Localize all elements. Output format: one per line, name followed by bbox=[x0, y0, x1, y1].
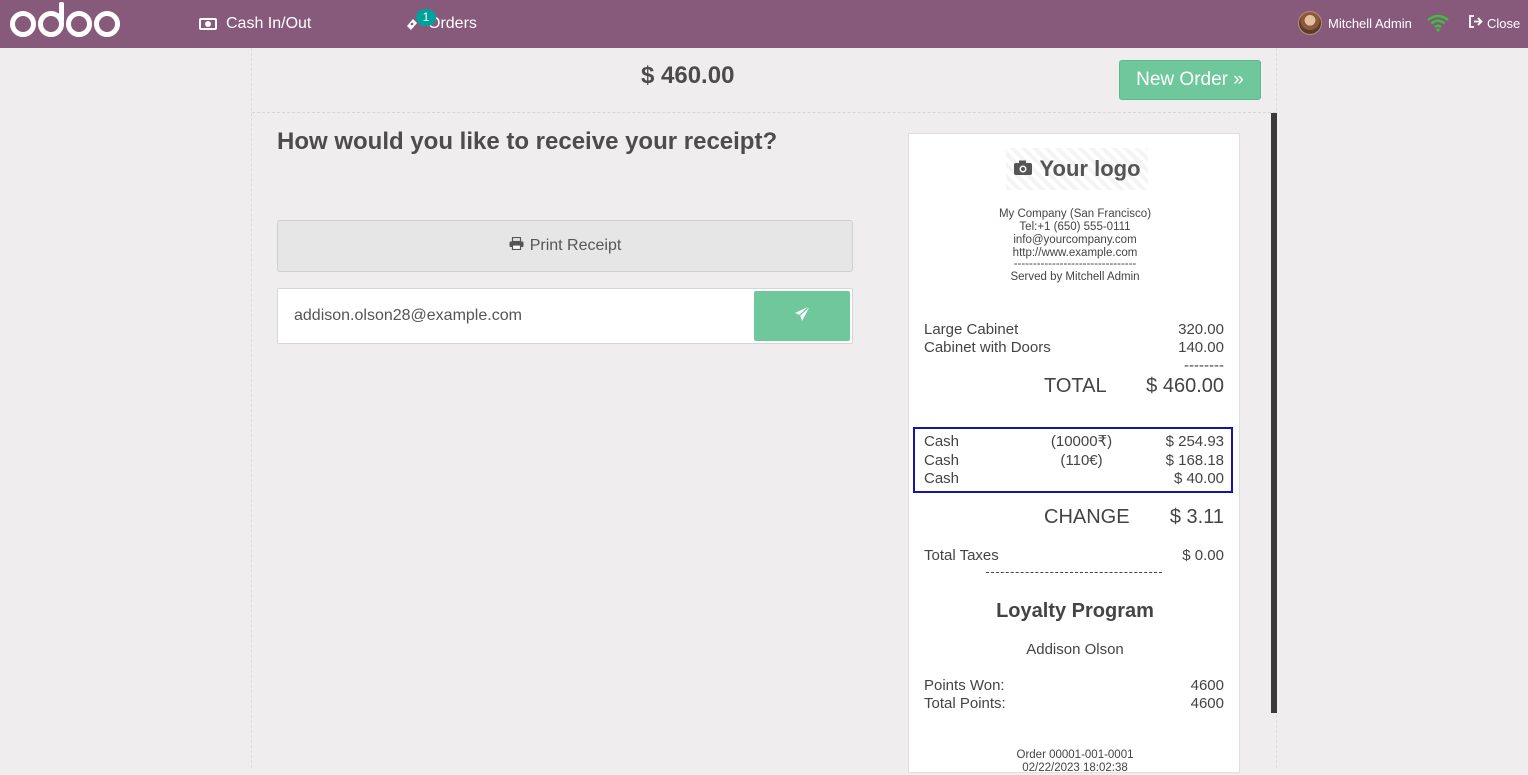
order-number: Order 00001-001-0001 bbox=[1016, 749, 1134, 761]
sign-out-icon bbox=[1468, 15, 1483, 31]
payment-lines-box: Cash (10000₹) $ 254.93 Cash (110€) $ 168… bbox=[913, 427, 1233, 493]
taxes-value: $ 0.00 bbox=[1182, 547, 1224, 564]
wifi-icon bbox=[1427, 14, 1449, 32]
company-email: info@yourcompany.com bbox=[1013, 234, 1137, 246]
company-phone: Tel:+1 (650) 555-0111 bbox=[1019, 221, 1131, 233]
email-receipt-form bbox=[277, 288, 853, 344]
cash-in-out-button[interactable]: Cash In/Out bbox=[199, 0, 311, 48]
receipt-line: Large Cabinet 320.00 bbox=[924, 321, 1224, 339]
close-label: Close bbox=[1487, 15, 1521, 31]
order-total: $ 460.00 bbox=[641, 62, 735, 89]
change-value: $ 3.11 bbox=[1169, 506, 1224, 528]
total-points-label: Total Points: bbox=[924, 695, 1006, 712]
loyalty-customer: Addison Olson bbox=[1026, 641, 1124, 658]
user-name: Mitchell Admin bbox=[1328, 15, 1412, 31]
payment-method: Cash bbox=[924, 470, 960, 487]
order-summary-bar: $ 460.00 New Order » bbox=[252, 48, 1276, 113]
logo-text: Your logo bbox=[1039, 156, 1141, 181]
user-menu[interactable]: Mitchell Admin bbox=[1298, 11, 1412, 35]
avatar bbox=[1298, 11, 1322, 35]
payment-method: Cash bbox=[924, 452, 960, 469]
receipt-question: How would you like to receive your recei… bbox=[277, 128, 778, 155]
order-reference: Order 00001-001-0001 02/22/2023 18:02:38 bbox=[909, 749, 1241, 775]
scrollbar[interactable] bbox=[1271, 113, 1277, 713]
company-logo-placeholder: Your logo bbox=[1006, 148, 1148, 190]
company-info: My Company (San Francisco) Tel:+1 (650) … bbox=[909, 208, 1241, 284]
receipt-change: CHANGE $ 3.11 bbox=[1044, 506, 1224, 529]
loyalty-title: Loyalty Program bbox=[996, 600, 1154, 622]
total-points-value: 4600 bbox=[1190, 695, 1224, 712]
odoo-logo[interactable] bbox=[10, 2, 120, 44]
lines-separator: -------- bbox=[924, 357, 1224, 375]
payment-original-amount: (10000₹) bbox=[1050, 433, 1113, 450]
total-points-row: Total Points: 4600 bbox=[924, 695, 1224, 713]
payment-method: Cash bbox=[924, 433, 960, 450]
divider bbox=[986, 572, 1162, 573]
money-icon bbox=[199, 18, 217, 30]
receipt-taxes: Total Taxes $ 0.00 bbox=[924, 547, 1224, 565]
receipt-preview: Your logo My Company (San Francisco) Tel… bbox=[908, 133, 1241, 775]
points-won-label: Points Won: bbox=[924, 677, 1005, 694]
payment-original-amount: (110€) bbox=[1060, 452, 1103, 469]
print-receipt-label: Print Receipt bbox=[529, 237, 622, 254]
served-by: Served by Mitchell Admin bbox=[1010, 271, 1140, 283]
payment-line: Cash $ 40.00 bbox=[924, 470, 1224, 488]
line-price: 140.00 bbox=[1178, 339, 1224, 356]
points-won-row: Points Won: 4600 bbox=[924, 677, 1224, 695]
orders-count-badge: 1 bbox=[416, 9, 436, 26]
payment-line: Cash (10000₹) $ 254.93 bbox=[924, 433, 1224, 451]
company-name: My Company (San Francisco) bbox=[998, 208, 1152, 220]
payment-amount: $ 254.93 bbox=[1165, 433, 1224, 450]
top-navbar: Cash In/Out Orders 1 Mitchell Admin Clos… bbox=[0, 0, 1528, 48]
orders-button[interactable]: Orders bbox=[405, 0, 477, 48]
print-receipt-button[interactable]: Print Receipt bbox=[277, 220, 853, 272]
separator-text: -------- bbox=[1184, 357, 1224, 374]
payment-line: Cash (110€) $ 168.18 bbox=[924, 452, 1224, 470]
total-label: TOTAL bbox=[1044, 375, 1107, 397]
payment-amount: $ 168.18 bbox=[1165, 452, 1224, 469]
change-label: CHANGE bbox=[1044, 506, 1130, 528]
line-product: Large Cabinet bbox=[924, 321, 1019, 338]
line-price: 320.00 bbox=[1178, 321, 1224, 338]
close-button[interactable]: Close bbox=[1468, 15, 1520, 31]
email-input[interactable] bbox=[278, 289, 752, 343]
new-order-button[interactable]: New Order » bbox=[1119, 60, 1261, 100]
send-email-button[interactable] bbox=[754, 291, 850, 341]
receipt-line: Cabinet with Doors 140.00 bbox=[924, 339, 1224, 357]
order-date: 02/22/2023 18:02:38 bbox=[1022, 762, 1128, 774]
cash-in-out-label: Cash In/Out bbox=[226, 15, 312, 32]
receipt-total: TOTAL $ 460.00 bbox=[1044, 375, 1224, 398]
total-value: $ 460.00 bbox=[1146, 375, 1224, 397]
points-won-value: 4600 bbox=[1190, 677, 1224, 694]
line-product: Cabinet with Doors bbox=[924, 339, 1051, 356]
camera-icon bbox=[1013, 156, 1033, 182]
printer-icon bbox=[509, 236, 524, 255]
paper-plane-icon bbox=[794, 305, 811, 327]
company-separator: -------------------------------- bbox=[1013, 258, 1137, 270]
payment-amount: $ 40.00 bbox=[1173, 470, 1224, 487]
taxes-label: Total Taxes bbox=[924, 547, 999, 564]
